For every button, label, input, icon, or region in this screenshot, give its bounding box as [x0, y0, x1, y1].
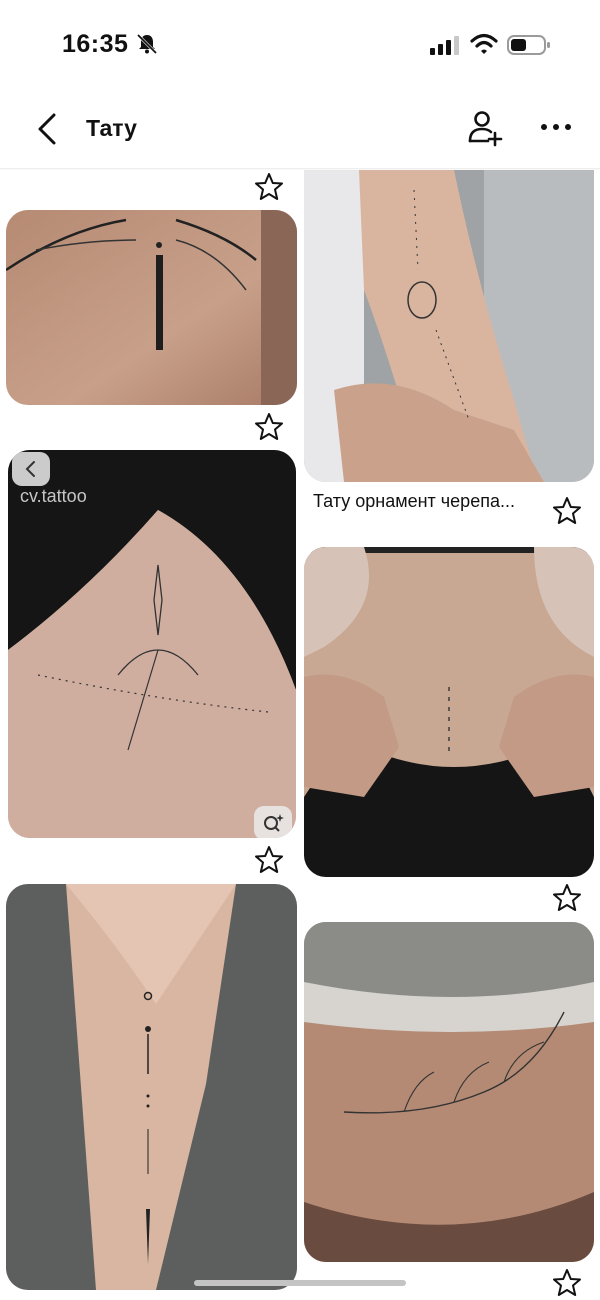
home-indicator[interactable]	[194, 1280, 406, 1286]
visual-search-button[interactable]	[254, 806, 292, 838]
pin-caption[interactable]: Тату орнамент черепа...	[313, 491, 548, 512]
pin-image-branch-tattoo[interactable]	[304, 922, 594, 1262]
branch-tattoo-image	[304, 922, 594, 1262]
visual-search-icon	[264, 814, 284, 832]
pin-image-sternum-tattoo[interactable]	[6, 884, 297, 1290]
sternum-tattoo-image	[6, 884, 297, 1290]
bell-slash-icon	[136, 33, 158, 55]
star-icon[interactable]	[552, 496, 582, 526]
status-bar: 16:35	[0, 0, 600, 90]
signal-icon	[430, 36, 459, 55]
board-header: Тату	[0, 95, 600, 167]
star-icon[interactable]	[254, 172, 284, 202]
battery-icon	[507, 35, 550, 55]
status-time: 16:35	[62, 30, 129, 58]
back-icon[interactable]	[34, 111, 62, 147]
turtle-tattoo-image	[304, 170, 594, 482]
star-icon[interactable]	[552, 1268, 582, 1298]
underbust-tattoo-image	[8, 450, 296, 838]
pin-image-turtle-tattoo[interactable]	[304, 170, 594, 482]
wifi-icon	[470, 33, 498, 54]
chevron-left-icon	[25, 461, 35, 477]
pin-image-chest-tattoo[interactable]	[304, 547, 594, 877]
back-overlay-button[interactable]	[12, 452, 50, 486]
pin-image-back-tattoo[interactable]	[6, 210, 297, 405]
add-person-icon[interactable]	[466, 109, 504, 147]
pin-image-underbust-tattoo[interactable]	[8, 450, 296, 838]
chest-tattoo-image	[304, 547, 594, 877]
page-title: Тату	[86, 115, 137, 141]
star-icon[interactable]	[254, 412, 284, 442]
star-icon[interactable]	[552, 883, 582, 913]
more-icon[interactable]	[538, 119, 574, 135]
back-tattoo-image	[6, 210, 297, 405]
star-icon[interactable]	[254, 845, 284, 875]
watermark: cv.tattoo	[20, 486, 87, 506]
